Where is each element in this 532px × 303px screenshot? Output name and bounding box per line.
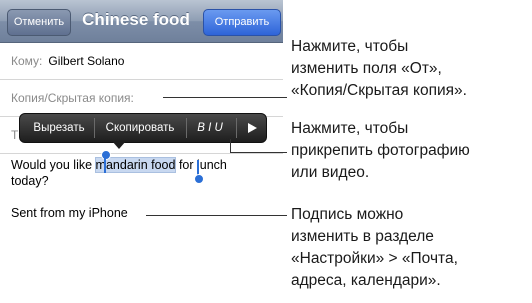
callout-text: или видео. [291,164,370,181]
play-triangle-icon [248,123,257,133]
callout-text: изменить поля «От», [291,60,442,77]
callout-leader-cc [163,97,287,98]
callout-text: прикрепить фотографию [291,142,470,159]
copy-menu-item[interactable]: Скопировать [96,114,184,142]
menu-divider [236,118,237,138]
message-text-after: for lunch [175,158,227,172]
message-body[interactable]: Would you like mandarin food for lunch t… [11,157,271,189]
selection-end-knob[interactable] [194,174,204,184]
format-menu-item[interactable]: B I U [188,114,232,142]
callout-text: адреса, календари». [291,272,441,289]
menu-divider [94,118,95,138]
mail-compose-screen: Отменить Chinese food Отправить Кому: Gil… [0,0,283,275]
callout-text: Нажмите, чтобы [291,38,409,55]
edit-menu-pointer [112,141,126,149]
subject-label: Т [11,128,19,142]
to-value[interactable]: Gilbert Solano [48,54,124,68]
to-field[interactable]: Кому: Gilbert Solano [0,43,283,80]
callout-text: изменить в разделе [291,228,434,245]
callout-from-fields: Нажмите, чтобы изменить поля «От», «Копи… [291,36,467,102]
cut-menu-item[interactable]: Вырезать [26,114,92,142]
more-menu-item[interactable] [238,114,266,142]
to-label: Кому: [11,54,43,68]
menu-divider [186,118,187,138]
callout-text: «Настройки» > «Почта, [291,250,458,267]
callout-text: «Копия/Скрытая копия». [291,82,467,99]
callout-leader-attach-vertical [230,139,231,153]
selection-start-bar [104,157,106,173]
cancel-button[interactable]: Отменить [7,9,71,36]
signature-text[interactable]: Sent from my iPhone [11,206,128,220]
callout-attach: Нажмите, чтобы прикрепить фотографию или… [291,118,470,184]
callout-signature: Подпись можно изменить в разделе «Настро… [291,204,458,292]
send-button[interactable]: Отправить [203,9,281,36]
callout-text: Подпись можно [291,206,404,223]
callout-text: Нажмите, чтобы [291,120,409,137]
selection-start-knob[interactable] [101,150,111,160]
message-text-before: Would you like [11,158,96,172]
navigation-bar: Отменить Chinese food Отправить [0,0,283,43]
message-line-2: today? [11,174,49,188]
cc-bcc-label: Копия/Скрытая копия: [11,91,134,105]
cc-bcc-field[interactable]: Копия/Скрытая копия: [0,80,283,117]
compose-title: Chinese food [82,10,190,29]
selected-text[interactable]: mandarin food [94,157,177,173]
callout-leader-attach [230,152,287,153]
callout-leader-signature [146,215,287,216]
